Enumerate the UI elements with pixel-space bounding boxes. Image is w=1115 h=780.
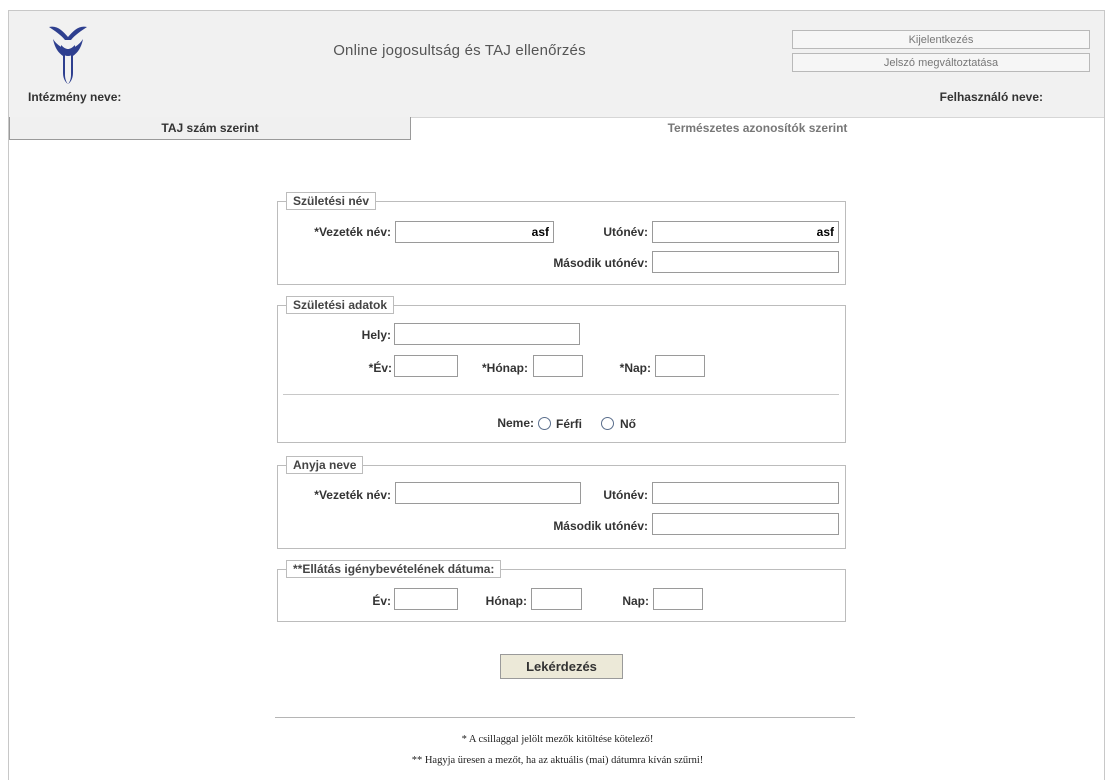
birth-surname-input[interactable] <box>395 221 554 243</box>
birth-given-input[interactable] <box>652 221 839 243</box>
sex-male-radio[interactable] <box>538 417 551 430</box>
tab-natural-identifiers[interactable]: Természetes azonosítók szerint <box>411 117 1104 140</box>
birth-second-given-input[interactable] <box>652 251 839 273</box>
service-day-input[interactable] <box>653 588 703 610</box>
date-hint-note: ** Hagyja üresen a mezőt, ha az aktuális… <box>411 755 704 766</box>
mother-given-label: Utónév: <box>603 488 648 502</box>
birth-place-label: Hely: <box>361 328 391 342</box>
service-month-input[interactable] <box>531 588 582 610</box>
birth-data-separator <box>283 394 839 395</box>
query-submit-button[interactable]: Lekérdezés <box>500 654 623 679</box>
tab-taj-number[interactable]: TAJ szám szerint <box>9 117 411 140</box>
institution-label: Intézmény neve: <box>28 90 122 104</box>
birth-month-input[interactable] <box>533 355 583 377</box>
birth-data-legend: Születési adatok <box>286 296 395 314</box>
service-month-label: Hónap: <box>485 594 527 608</box>
service-year-input[interactable] <box>394 588 458 610</box>
header: Online jogosultság és TAJ ellenőrzés Kij… <box>9 11 1104 118</box>
birth-name-legend: Születési név <box>286 192 377 210</box>
mother-surname-label: *Vezeték név: <box>314 488 391 502</box>
service-date-legend: **Ellátás igénybevételének dátuma: <box>286 560 502 578</box>
mother-name-legend: Anyja neve <box>286 456 364 474</box>
sex-female-radio[interactable] <box>601 417 614 430</box>
birth-second-given-label: Második utónév: <box>553 256 648 270</box>
birth-place-input[interactable] <box>394 323 580 345</box>
service-day-label: Nap: <box>622 594 649 608</box>
birth-month-label: *Hónap: <box>482 361 528 375</box>
user-label: Felhasználó neve: <box>939 90 1043 104</box>
birth-given-label: Utónév: <box>603 225 648 239</box>
birth-year-input[interactable] <box>394 355 458 377</box>
sex-female-label: Nő <box>620 417 636 431</box>
birth-surname-label: *Vezeték név: <box>314 225 391 239</box>
birth-day-input[interactable] <box>655 355 705 377</box>
sex-label: Neme: <box>497 416 534 430</box>
birth-day-label: *Nap: <box>619 361 651 375</box>
app-title: Online jogosultság és TAJ ellenőrzés <box>333 42 586 59</box>
mother-given-input[interactable] <box>652 482 839 504</box>
change-password-button[interactable]: Jelszó megváltoztatása <box>792 53 1090 72</box>
mother-surname-input[interactable] <box>395 482 581 504</box>
sex-male-label: Férfi <box>556 417 583 431</box>
logout-button[interactable]: Kijelentkezés <box>792 30 1090 49</box>
birth-year-label: *Év: <box>368 361 392 375</box>
required-fields-note: * A csillaggal jelölt mezők kitöltése kö… <box>461 734 654 745</box>
footer-separator <box>275 717 855 718</box>
mother-second-given-input[interactable] <box>652 513 839 535</box>
service-year-label: Év: <box>372 594 391 608</box>
mother-second-given-label: Második utónév: <box>553 519 648 533</box>
